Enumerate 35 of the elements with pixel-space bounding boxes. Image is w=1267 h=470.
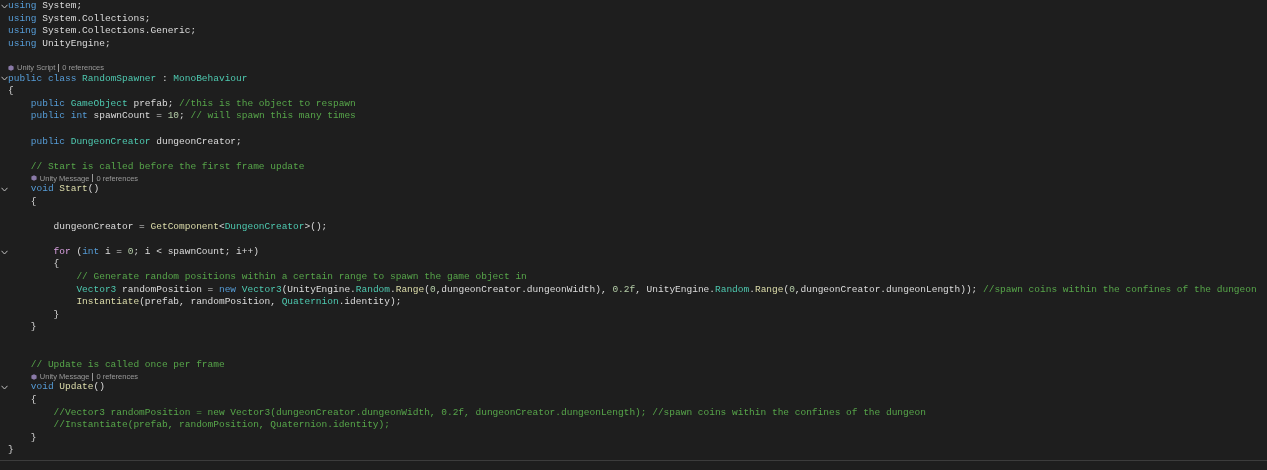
collapse-chevron-icon[interactable] — [0, 3, 8, 9]
code-line: } — [29, 431, 37, 445]
cube-icon — [8, 64, 14, 71]
code-line: for (int i = 0; i < spawnCount; i++) — [52, 245, 259, 259]
code-line: // Generate random positions within a certain range to spawn the game object in — [75, 271, 527, 284]
code-line: using System; — [8, 0, 83, 13]
collapse-chevron-icon[interactable] — [0, 249, 8, 255]
code-line: // Start is called before the first frame update — [29, 160, 305, 174]
code-line: public DungeonCreator dungeonCreator; — [29, 135, 242, 149]
code-line: //Vector3 randomPosition = new Vector3(dungeonCreator.dungeonWidth, 0.2f, dungeonCreator.dungeonLength); //spawn coins within the confines of the dungeon — [52, 406, 926, 420]
code-line: using System.Collections; — [8, 12, 151, 26]
code-line: { — [8, 85, 14, 98]
code-line: { — [52, 258, 60, 272]
code-line: dungeonCreator = GetComponent<DungeonCreator>(); — [52, 220, 328, 234]
code-line: using UnityEngine; — [8, 37, 111, 51]
code-line: { — [29, 195, 37, 209]
code-line: { — [29, 394, 37, 407]
code-line: //Instantiate(prefab, randomPosition, Quaternion.identity); — [52, 419, 390, 432]
code-line: void Start() — [29, 182, 100, 196]
collapse-chevron-icon[interactable] — [0, 186, 8, 192]
code-line: public GameObject prefab; //this is the object to respawn — [29, 97, 356, 111]
code-line: // Update is called once per frame — [29, 359, 225, 372]
code-line: } — [29, 321, 37, 335]
code-line: public class RandomSpawner : MonoBehaviour — [8, 72, 248, 86]
collapse-chevron-icon[interactable] — [0, 385, 8, 391]
code-line: public int spawnCount = 10; // will spawn this many times — [29, 110, 356, 123]
code-line: Vector3 randomPosition = new Vector3(UnityEngine.Random.Range(0,dungeonCreator.dungeonWidth), 0.2f, UnityEngine.Random.Range(0,dungeonCreator.dungeonLength)); //spawn coins within the confines of the dungeon — [75, 283, 1257, 297]
cube-icon — [30, 175, 37, 182]
code-line: } — [8, 444, 14, 457]
code-line: using System.Collections.Generic; — [8, 25, 197, 38]
collapse-chevron-icon[interactable] — [0, 76, 8, 82]
code-line: Instantiate(prefab, randomPosition, Quaternion.identity); — [75, 296, 402, 309]
code-line: } — [52, 308, 60, 322]
code-line: void Update() — [29, 381, 105, 394]
cube-icon — [30, 373, 37, 380]
